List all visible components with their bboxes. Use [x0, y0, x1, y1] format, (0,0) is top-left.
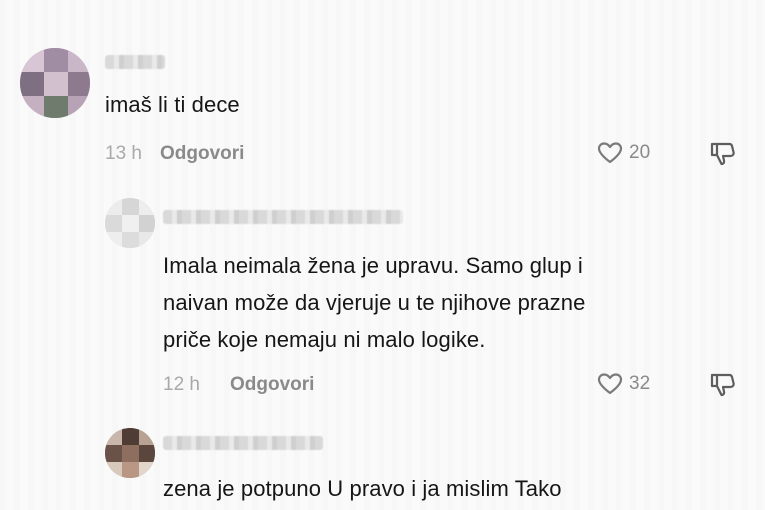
thumbs-down-icon: [709, 140, 737, 168]
username-redacted[interactable]: [163, 436, 323, 450]
reply-button[interactable]: Odgovori: [160, 143, 244, 164]
avatar[interactable]: [105, 428, 155, 478]
like-count: 20: [629, 142, 651, 163]
comment-1: imaš li ti dece 13 h Odgovori 20: [0, 0, 765, 180]
like-count: 32: [629, 373, 651, 394]
reply-button[interactable]: Odgovori: [230, 374, 314, 395]
comment-meta: 12 h Odgovori: [163, 374, 314, 396]
comment-text: Imala neimala žena je upravu. Samo glup …: [163, 253, 586, 352]
like-button[interactable]: 20: [597, 141, 650, 165]
comment-time: 13 h: [105, 143, 142, 164]
comment-text: imaš li ti dece: [105, 92, 240, 117]
comment-2: Imala neimala žena je upravu. Samo glup …: [0, 180, 765, 410]
avatar[interactable]: [20, 48, 90, 118]
thumbs-down-icon: [709, 371, 737, 399]
comment-time: 12 h: [163, 374, 200, 395]
username-redacted[interactable]: [163, 210, 403, 224]
heart-outline-icon: [597, 141, 623, 165]
dislike-button[interactable]: [709, 371, 737, 399]
username-redacted[interactable]: [105, 55, 165, 69]
comment-3: zena je potpuno U pravo i ja mislim Tako: [0, 420, 765, 510]
heart-outline-icon: [597, 372, 623, 396]
dislike-button[interactable]: [709, 140, 737, 168]
comment-text: zena je potpuno U pravo i ja mislim Tako: [163, 476, 562, 501]
comment-meta: 13 h Odgovori: [105, 143, 244, 165]
like-button[interactable]: 32: [597, 372, 650, 396]
avatar[interactable]: [105, 198, 155, 248]
